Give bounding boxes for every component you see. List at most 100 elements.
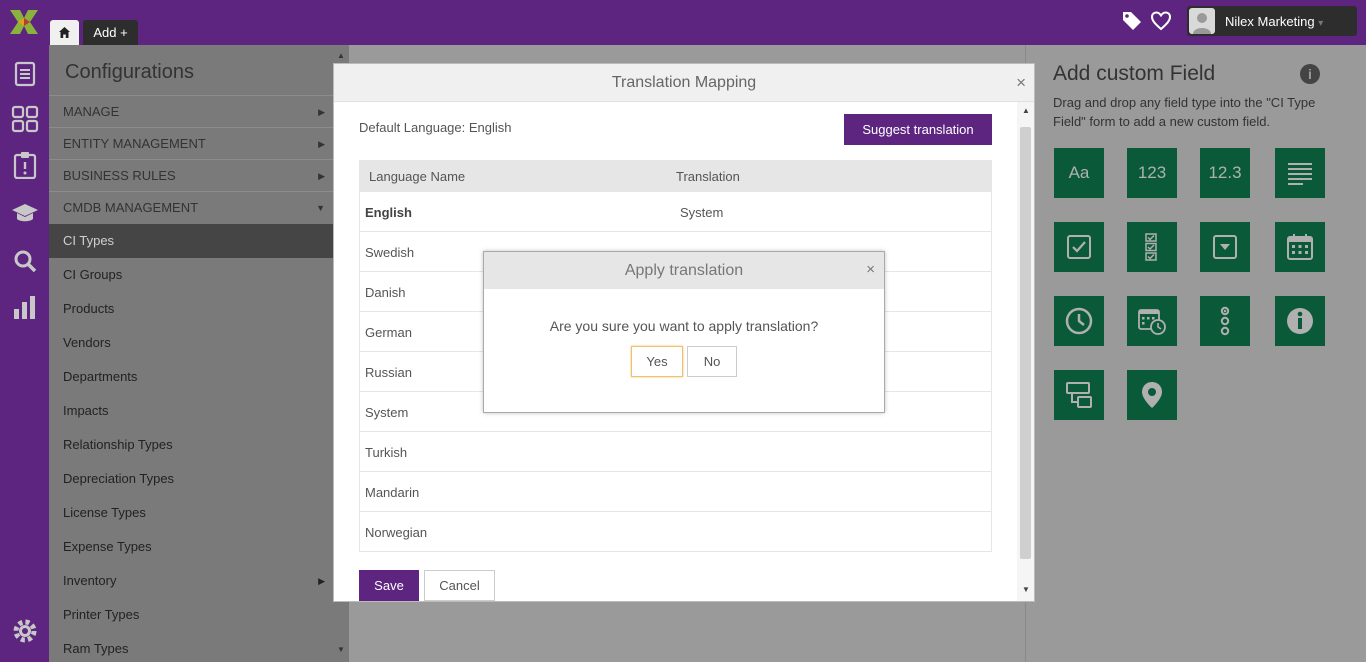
integer-field-tile[interactable]: 123 (1127, 148, 1177, 198)
table-row[interactable]: Turkish (360, 431, 991, 471)
date-field-tile[interactable] (1275, 222, 1325, 272)
scrollbar-thumb[interactable] (1020, 127, 1031, 559)
settings-gear-icon[interactable] (11, 617, 39, 645)
sidebar-item-inventory[interactable]: Inventory ▶ (49, 564, 333, 598)
add-tab-button[interactable]: Add + (83, 20, 138, 45)
sidebar-item-printer-types[interactable]: Printer Types (49, 598, 333, 632)
radio-field-tile[interactable] (1200, 296, 1250, 346)
home-tab[interactable] (50, 20, 79, 45)
menu-section-manage[interactable]: MANAGE ▶ (49, 95, 333, 127)
dashboard-grid-icon[interactable] (11, 105, 39, 133)
suggest-translation-button[interactable]: Suggest translation (844, 114, 992, 145)
close-icon[interactable]: × (1016, 73, 1026, 93)
scroll-up-icon[interactable]: ▲ (337, 51, 345, 60)
cancel-button[interactable]: Cancel (424, 570, 495, 601)
heart-icon[interactable] (1150, 10, 1172, 32)
sidebar-item-depreciation-types[interactable]: Depreciation Types (49, 462, 333, 496)
table-row[interactable]: Norwegian (360, 511, 991, 551)
no-button[interactable]: No (687, 346, 737, 377)
language-name: Norwegian (365, 525, 428, 540)
language-name: English (365, 205, 412, 220)
sidebar-item-ci-types[interactable]: CI Types (49, 224, 333, 258)
scroll-down-icon[interactable]: ▼ (337, 645, 345, 654)
table-row[interactable]: English System (360, 191, 991, 231)
table-header: Language Name Translation (360, 161, 991, 191)
radio-list-icon (1220, 306, 1230, 336)
decimal-field-tile[interactable]: 12.3 (1200, 148, 1250, 198)
custom-field-panel: Add custom Field i Drag and drop any fie… (1025, 45, 1366, 662)
chevron-right-icon: ▶ (318, 107, 325, 117)
close-icon[interactable]: × (866, 261, 875, 278)
graduation-cap-icon[interactable] (11, 199, 39, 227)
sidebar-item-departments[interactable]: Departments (49, 360, 333, 394)
language-name: German (365, 325, 412, 340)
scroll-down-icon[interactable]: ▼ (1022, 585, 1030, 594)
tag-icon[interactable] (1121, 10, 1143, 32)
column-header-translation: Translation (676, 169, 740, 184)
chevron-down-icon: ▾ (1318, 18, 1324, 29)
translation-value[interactable]: System (680, 205, 723, 220)
table-row[interactable]: Mandarin (360, 471, 991, 511)
location-pin-icon (1142, 382, 1162, 408)
language-name: Russian (365, 365, 412, 380)
panel-description: Drag and drop any field type into the "C… (1053, 95, 1316, 129)
menu-section-entity-management[interactable]: ENTITY MANAGEMENT ▶ (49, 127, 333, 159)
sidebar-item-license-types[interactable]: License Types (49, 496, 333, 530)
avatar (1189, 8, 1215, 34)
time-field-tile[interactable] (1054, 296, 1104, 346)
textarea-field-tile[interactable] (1275, 148, 1325, 198)
home-icon (59, 27, 70, 38)
yes-button[interactable]: Yes (631, 346, 683, 377)
chevron-right-icon: ▶ (318, 139, 325, 149)
bar-chart-icon[interactable] (11, 293, 39, 321)
user-menu[interactable]: Nilex Marketing ▾ (1187, 6, 1357, 36)
default-language-label: Default Language: English (359, 120, 512, 135)
sidebar-item-expense-types[interactable]: Expense Types (49, 530, 333, 564)
chevron-right-icon: ▶ (318, 576, 325, 586)
info-field-tile[interactable] (1275, 296, 1325, 346)
modal-title: Translation Mapping (611, 74, 757, 91)
language-name: Turkish (365, 445, 408, 460)
menu-section-label: MANAGE (63, 104, 120, 119)
menu-section-label: BUSINESS RULES (63, 168, 176, 183)
app-logo-icon[interactable] (10, 10, 38, 34)
language-name: Swedish (365, 245, 415, 260)
checkbox-field-tile[interactable] (1054, 222, 1104, 272)
chevron-down-icon: ▼ (316, 203, 325, 213)
sidebar-item-ci-groups[interactable]: CI Groups (49, 258, 333, 292)
relation-field-tile[interactable] (1054, 370, 1104, 420)
datetime-field-tile[interactable] (1127, 296, 1177, 346)
info-icon (1287, 308, 1313, 334)
sidebar-item-ram-types[interactable]: Ram Types (49, 632, 333, 662)
menu-section-business-rules[interactable]: BUSINESS RULES ▶ (49, 159, 333, 191)
column-header-language: Language Name (369, 169, 466, 184)
clipboard-icon[interactable] (11, 151, 39, 179)
checklist-field-tile[interactable] (1127, 222, 1177, 272)
sidebar-item-impacts[interactable]: Impacts (49, 394, 333, 428)
info-icon[interactable]: i (1300, 64, 1320, 84)
dropdown-field-tile[interactable] (1200, 222, 1250, 272)
text-field-tile[interactable]: Aa (1054, 148, 1104, 198)
dialog-message: Are you sure you want to apply translati… (549, 318, 819, 334)
configurations-sidebar: Configurations MANAGE ▶ ENTITY MANAGEMEN… (49, 45, 333, 662)
scroll-up-icon[interactable]: ▲ (1022, 106, 1030, 115)
panel-title: Add custom Field (1053, 62, 1216, 85)
search-icon[interactable] (11, 247, 39, 275)
sidebar-title: Configurations (65, 61, 194, 83)
sidebar-item-vendors[interactable]: Vendors (49, 326, 333, 360)
dropdown-icon (1213, 235, 1237, 259)
language-name: System (365, 405, 409, 420)
sidebar-item-relationship-types[interactable]: Relationship Types (49, 428, 333, 462)
menu-section-cmdb-management[interactable]: CMDB MANAGEMENT ▼ (49, 191, 333, 223)
location-field-tile[interactable] (1127, 370, 1177, 420)
checklist-icon (1145, 233, 1157, 261)
document-icon[interactable] (11, 60, 39, 88)
modal-header: Translation Mapping × (334, 64, 1034, 102)
user-name: Nilex Marketing ▾ (1225, 14, 1324, 29)
calendar-clock-icon (1138, 309, 1166, 335)
clock-icon (1065, 307, 1093, 335)
dialog-header: Apply translation × (484, 252, 884, 289)
sidebar-item-products[interactable]: Products (49, 292, 333, 326)
save-button[interactable]: Save (359, 570, 419, 601)
modal-scrollbar[interactable]: ▲ ▼ (1017, 102, 1034, 601)
